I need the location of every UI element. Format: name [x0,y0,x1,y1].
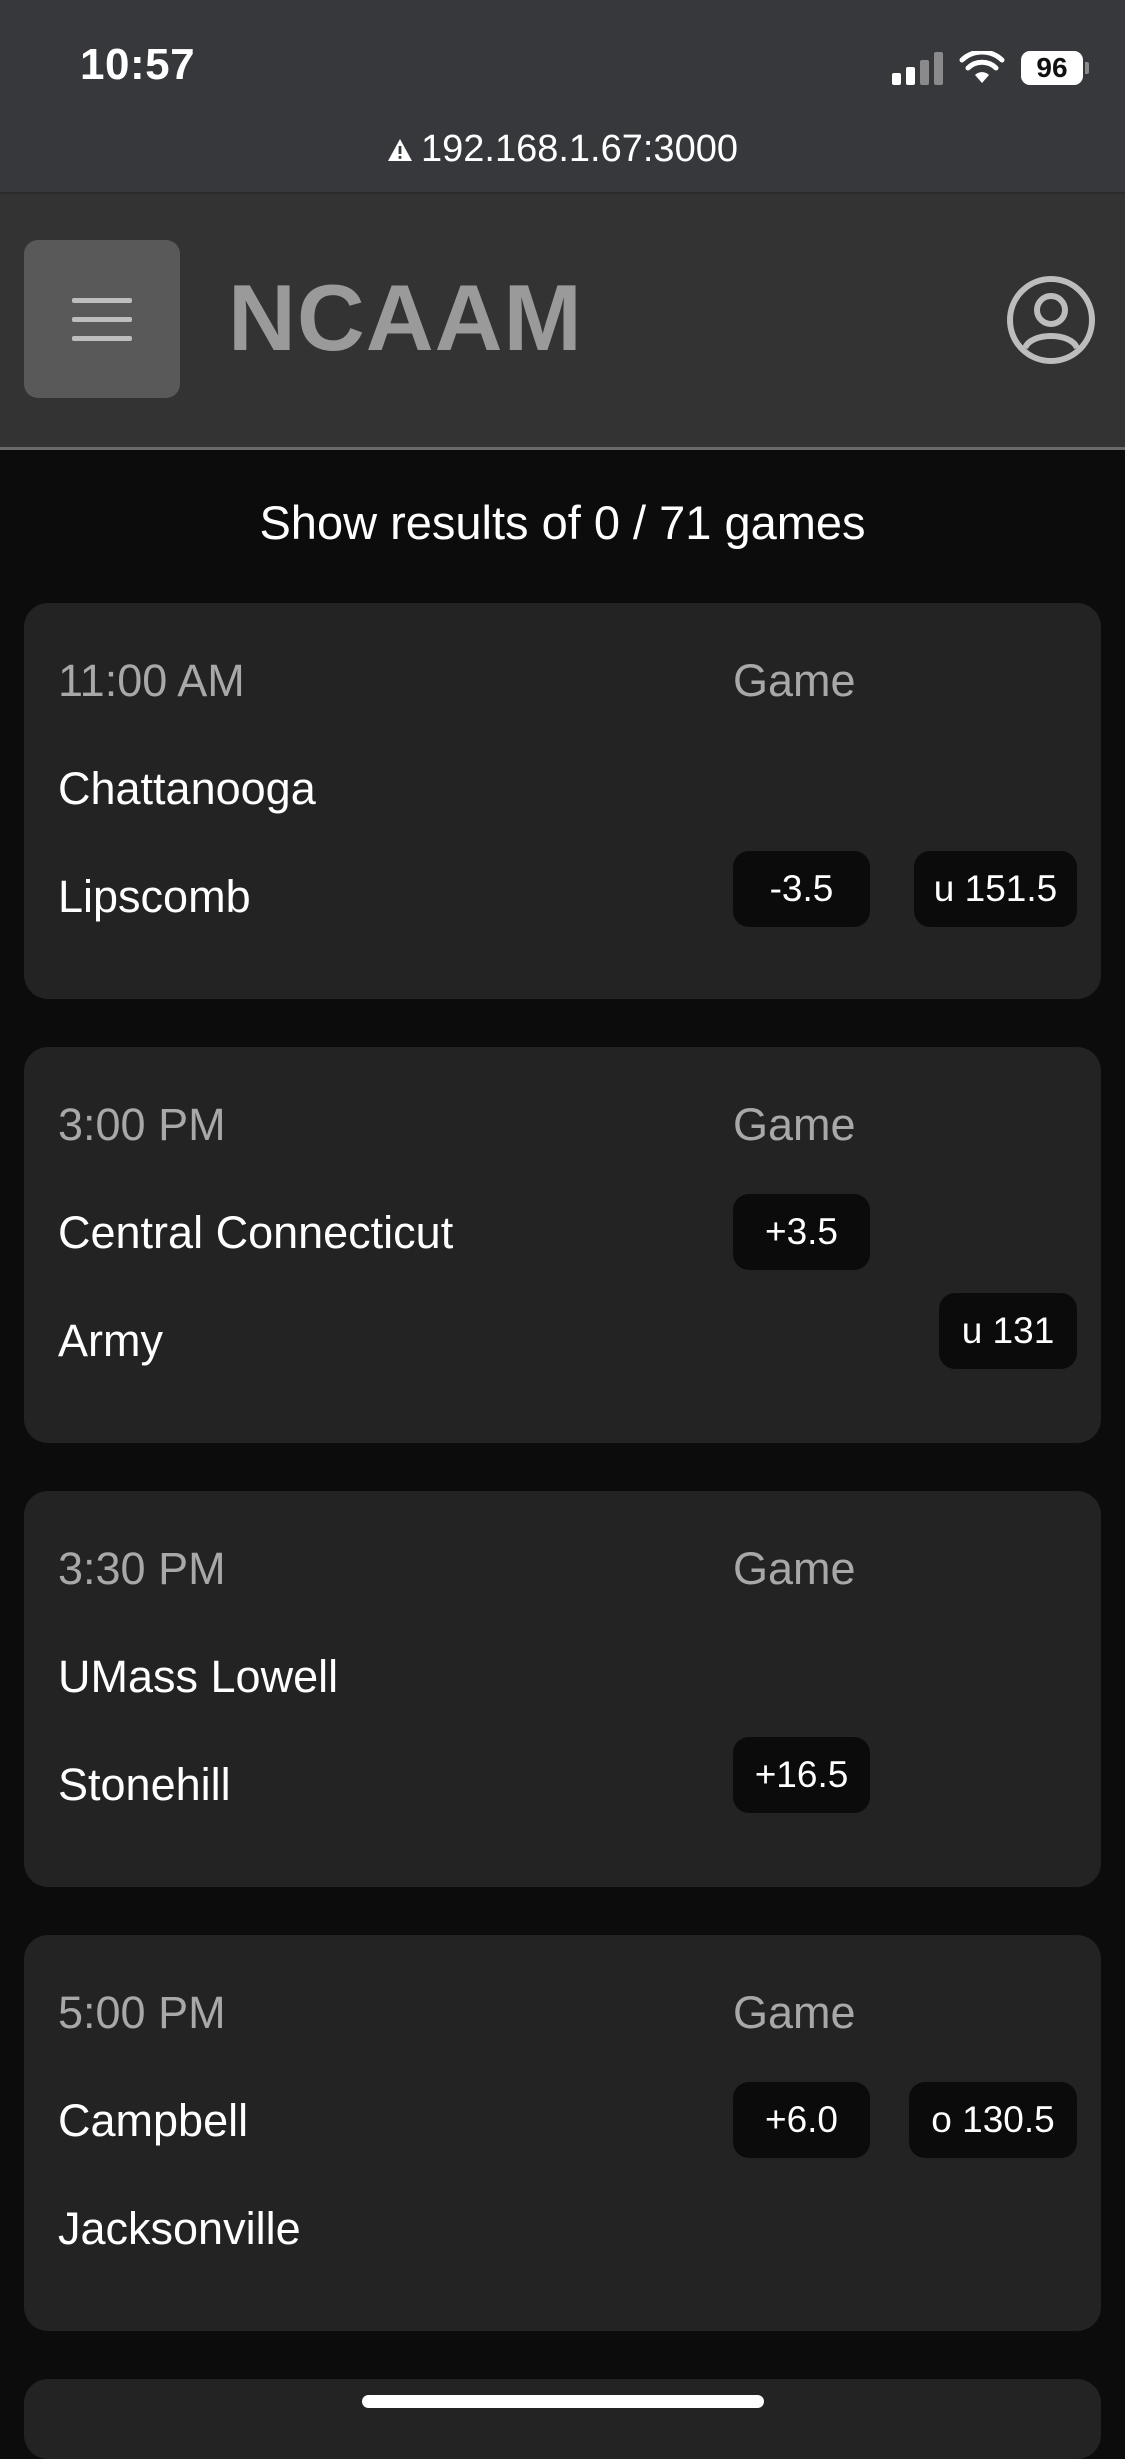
battery-icon: 96 [1021,51,1089,85]
team-name: Central Connecticut [58,1207,454,1258]
game-time: 3:30 PM [58,1543,226,1594]
team-name: Lipscomb [58,871,251,922]
browser-chrome: 10:57 96 192.168.1.67:3000 [0,0,1125,192]
menu-button[interactable] [24,240,180,398]
game-card[interactable]: 3:00 PM Game Central Connecticut Army +3… [24,1047,1101,1443]
spread-pill[interactable]: +6.0 [733,2082,870,2158]
home-indicator[interactable] [362,2395,764,2408]
game-time: 11:00 AM [58,655,245,706]
signal-icon [892,51,943,85]
team-name: Stonehill [58,1759,231,1810]
game-time: 5:00 PM [58,1987,226,2038]
status-icons: 96 [892,48,1089,88]
spread-pill[interactable]: +16.5 [733,1737,870,1813]
game-column-label: Game [733,1543,856,1594]
game-time: 3:00 PM [58,1099,226,1150]
total-pill[interactable]: u 131 [939,1293,1077,1369]
total-pill[interactable]: o 130.5 [909,2082,1077,2158]
url-text: 192.168.1.67:3000 [421,128,738,170]
game-card[interactable]: 3:30 PM Game UMass Lowell Stonehill +16.… [24,1491,1101,1887]
team-name: Jacksonville [58,2203,301,2254]
team-name: Campbell [58,2095,249,2146]
game-column-label: Game [733,1099,856,1150]
game-card[interactable]: 11:00 AM Game Chattanooga Lipscomb -3.5 … [24,603,1101,999]
user-circle-icon[interactable] [1005,274,1097,366]
app-header: NCAAM [0,192,1125,450]
game-column-label: Game [733,655,856,706]
hamburger-icon [72,298,132,341]
game-column-label: Game [733,1987,856,2038]
total-pill[interactable]: u 151.5 [914,851,1077,927]
game-card[interactable] [24,2379,1101,2459]
spread-pill[interactable]: +3.5 [733,1194,870,1270]
team-name: Chattanooga [58,763,316,814]
battery-level: 96 [1021,51,1083,85]
spread-pill[interactable]: -3.5 [733,851,870,927]
team-name: Army [58,1315,163,1366]
warning-icon [388,138,412,161]
page-title: NCAAM [228,265,583,370]
results-count: Show results of 0 / 71 games [259,496,866,549]
status-time: 10:57 [80,40,196,89]
url-bar[interactable]: 192.168.1.67:3000 [0,128,1125,171]
wifi-icon [959,51,1005,83]
team-name: UMass Lowell [58,1651,339,1702]
game-card[interactable]: 5:00 PM Game Campbell Jacksonville +6.0 … [24,1935,1101,2331]
